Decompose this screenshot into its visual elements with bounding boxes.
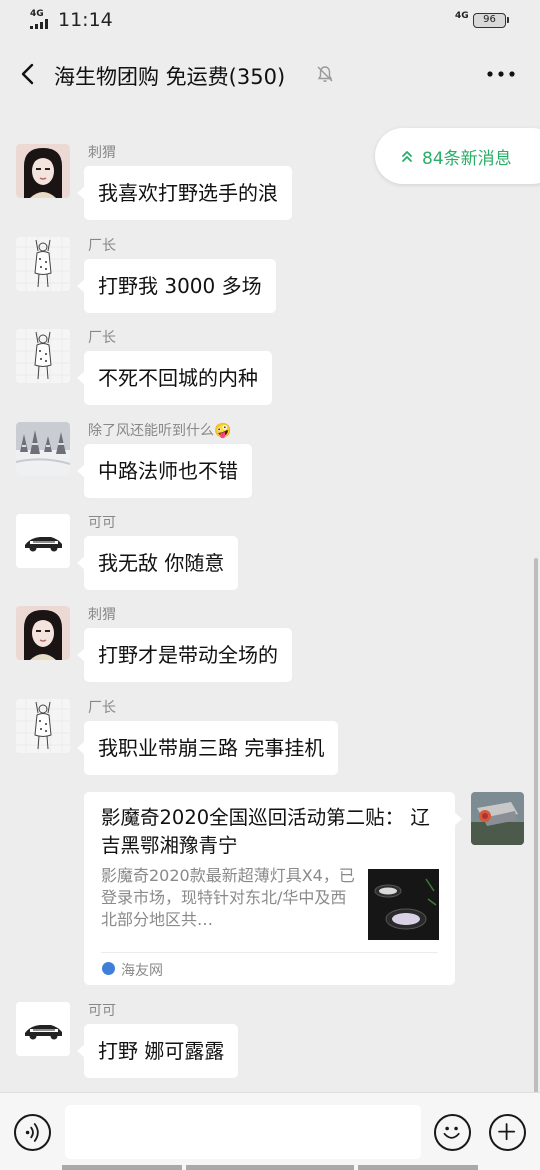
message-bubble[interactable]: 不死不回城的内种 [77,351,272,405]
sender-name: 刺猬 [88,607,116,623]
sender-name: 可可 [88,515,116,531]
divider [101,952,438,953]
message-bubble[interactable]: 我职业带崩三路 完事挂机 [76,721,339,775]
chat-header: 海生物团购 免运费(350) [0,44,540,106]
new-messages-label: 84条新消息 [422,149,512,169]
voice-icon[interactable] [14,1114,51,1151]
sender-name: 厂长 [88,238,116,254]
double-chevron-up-icon [402,151,412,162]
battery-level: 96 [483,14,496,25]
sender-name: 可可 [88,1003,116,1019]
avatar[interactable] [16,144,70,198]
nav-indicator [62,1165,182,1170]
clock: 11:14 [58,9,113,31]
message-bubble[interactable]: 中路法师也不错 [77,444,252,498]
network-type-label: 4G [30,9,44,19]
link-card-description: 影魔奇2020款最新超薄灯具X4，已登录市场，现特针对东北/华中及西北部分地区共… [101,866,355,929]
smiley-icon[interactable] [434,1114,471,1151]
link-card-source: 海友网 [121,963,163,979]
link-card-title: 影魔奇2020全国巡回活动第二贴： 辽吉黑鄂湘豫青宁 [101,806,430,857]
message-bubble[interactable]: 打野 娜可露露 [76,1024,239,1078]
input-bar [0,1092,540,1170]
my-avatar[interactable] [471,792,524,845]
message-bubble[interactable]: 我无敌 你随意 [76,536,239,590]
chevron-left-icon[interactable] [18,63,40,85]
new-messages-button[interactable]: 84条新消息 [375,128,540,184]
sender-name: 除了风还能听到什么🤪 [88,423,232,439]
avatar[interactable] [16,422,70,476]
sender-name: 厂长 [88,700,116,716]
status-bar: 4G 11:14 4G 96 [0,0,540,44]
nav-indicator [358,1165,478,1170]
chat-title: 海生物团购 免运费(350) [54,65,286,89]
more-dots-icon[interactable] [486,64,516,84]
sender-name: 刺猬 [88,145,116,161]
network-type-right: 4G [455,11,469,21]
sender-name: 厂长 [88,330,116,346]
network-type-right-label: 4G [455,11,469,21]
avatar[interactable] [16,1002,70,1056]
bell-off-icon [317,66,333,82]
message-bubble[interactable]: 我喜欢打野选手的浪 [77,166,292,220]
message-bubble[interactable]: 打野我 3000 多场 [77,259,276,313]
avatar[interactable] [16,514,70,568]
message-bubble[interactable]: 打野才是带动全场的 [77,628,292,682]
link-card-thumbnail [368,869,439,940]
plus-icon[interactable] [489,1114,526,1151]
battery-icon: 96 [473,13,509,28]
signal-icon [30,19,50,29]
scrollbar[interactable] [534,558,538,1096]
site-logo-icon [102,962,115,975]
avatar[interactable] [16,237,70,291]
message-input[interactable] [65,1105,421,1159]
message-list[interactable]: 刺猬 我喜欢打野选手的浪 厂长 打野我 3000 多场 厂长 不死不回城的内种 … [0,106,540,1092]
nav-indicator [186,1165,354,1170]
avatar[interactable] [16,329,70,383]
avatar[interactable] [16,699,70,753]
link-card[interactable]: 影魔奇2020全国巡回活动第二贴： 辽吉黑鄂湘豫青宁 影魔奇2020款最新超薄灯… [84,792,462,985]
avatar[interactable] [16,606,70,660]
